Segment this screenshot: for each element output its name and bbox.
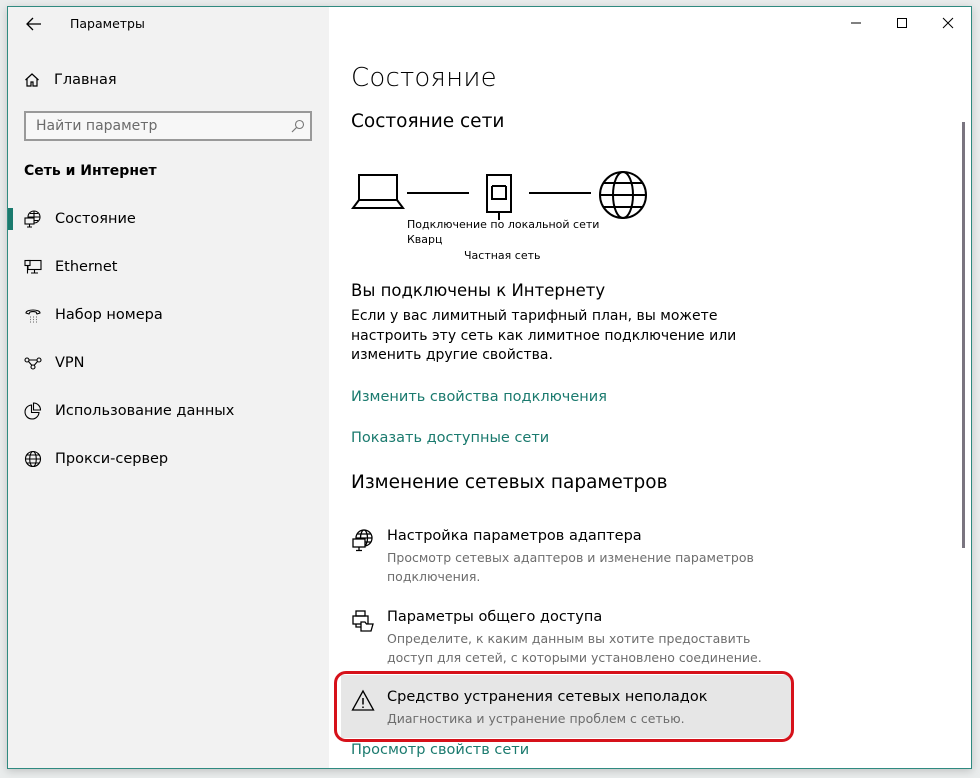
globe-icon	[24, 450, 42, 468]
change-connection-properties-link[interactable]: Изменить свойства подключения	[351, 389, 607, 405]
sidebar-item-data-usage[interactable]: Использование данных	[8, 387, 329, 435]
ethernet-port-icon	[486, 174, 512, 220]
option-title: Настройка параметров адаптера	[387, 528, 642, 544]
sidebar-item-dialup[interactable]: Набор номера	[8, 291, 329, 339]
sidebar-section-title: Сеть и Интернет	[24, 163, 157, 179]
sidebar: Параметры Главная Сеть и Интернет Состоя…	[8, 7, 329, 768]
scrollbar-thumb[interactable]	[962, 122, 965, 548]
home-label: Главная	[54, 72, 117, 88]
connection-name: Подключение по локальной сети	[407, 218, 600, 231]
search-box[interactable]	[24, 111, 312, 141]
dialup-phone-icon	[24, 306, 42, 324]
maximize-button[interactable]	[879, 7, 925, 39]
option-description: Определите, к каким данным вы хотите пре…	[387, 631, 762, 665]
sidebar-item-label: VPN	[55, 355, 85, 371]
ethernet-icon	[24, 258, 42, 276]
main-content: Состояние Состояние сети Подключение по …	[329, 7, 971, 768]
minimize-button[interactable]	[833, 7, 879, 39]
connected-title: Вы подключены к Интернету	[351, 281, 606, 300]
search-icon[interactable]	[286, 119, 310, 133]
close-icon	[942, 17, 954, 29]
option-title: Средство устранения сетевых неполадок	[387, 689, 708, 705]
network-status-icon	[24, 210, 42, 228]
sharing-icon	[352, 610, 374, 632]
laptop-icon	[351, 174, 405, 209]
show-available-networks-link[interactable]: Показать доступные сети	[351, 430, 549, 446]
sidebar-item-vpn[interactable]: VPN	[8, 339, 329, 387]
option-title: Параметры общего доступа	[387, 609, 603, 625]
sidebar-item-label: Набор номера	[55, 307, 163, 323]
sidebar-home[interactable]: Главная	[24, 67, 117, 93]
sidebar-item-label: Прокси-сервер	[55, 451, 169, 467]
maximize-icon	[897, 18, 907, 28]
warning-icon	[351, 689, 375, 711]
globe-icon	[599, 171, 647, 219]
minimize-icon	[851, 22, 861, 24]
sidebar-item-proxy[interactable]: Прокси-сервер	[8, 435, 329, 483]
close-button[interactable]	[925, 7, 971, 39]
network-status-heading: Состояние сети	[351, 111, 505, 132]
connected-description: Если у вас лимитный тарифный план, вы мо…	[351, 308, 737, 363]
option-description: Просмотр сетевых адаптеров и изменение п…	[387, 550, 754, 584]
adapter-options-item[interactable]: Настройка параметров адаптера Просмотр с…	[351, 528, 791, 584]
sharing-options-item[interactable]: Параметры общего доступа Определите, к к…	[351, 609, 791, 665]
change-settings-heading: Изменение сетевых параметров	[351, 472, 668, 493]
data-usage-icon	[24, 402, 42, 420]
adapter-icon	[352, 529, 373, 552]
sidebar-item-label: Использование данных	[55, 403, 235, 419]
option-description: Диагностика и устранение проблем с сетью…	[387, 711, 685, 726]
vpn-icon	[24, 354, 42, 372]
search-input[interactable]	[26, 113, 286, 139]
page-title: Состояние	[351, 63, 497, 93]
app-title: Параметры	[70, 16, 145, 31]
settings-window: Параметры Главная Сеть и Интернет Состоя…	[7, 6, 972, 769]
sidebar-item-status[interactable]: Состояние	[8, 195, 329, 243]
sidebar-nav: Состояние Ethernet Набор номера VPN Испо…	[8, 195, 329, 483]
troubleshooter-content[interactable]: Средство устранения сетевых неполадок Ди…	[351, 689, 791, 733]
network-name: Кварц	[407, 233, 443, 246]
sidebar-item-label: Состояние	[55, 211, 136, 227]
network-type: Частная сеть	[464, 249, 541, 262]
arrow-left-icon	[26, 17, 41, 31]
sidebar-item-label: Ethernet	[55, 259, 118, 275]
view-network-properties-link[interactable]: Просмотр свойств сети	[351, 742, 529, 758]
sidebar-item-ethernet[interactable]: Ethernet	[8, 243, 329, 291]
connection-info: Подключение по локальной сети Кварц	[407, 217, 599, 247]
back-button[interactable]	[22, 13, 46, 35]
home-icon	[25, 73, 39, 87]
